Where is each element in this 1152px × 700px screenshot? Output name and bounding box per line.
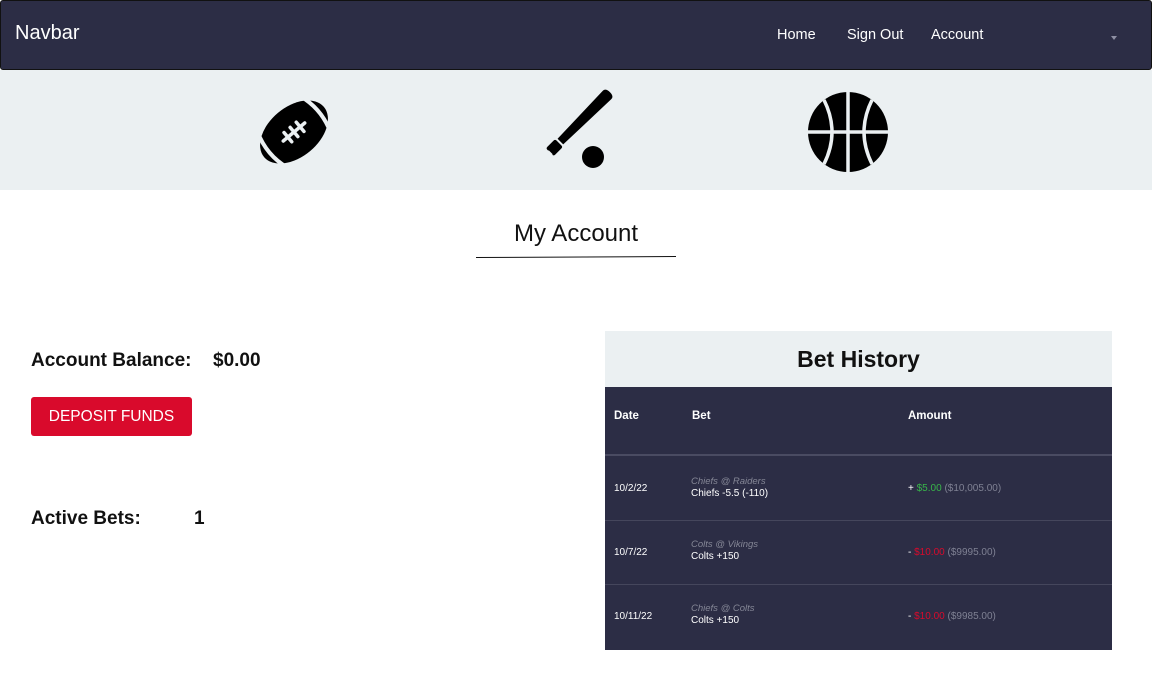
navbar: Navbar Home Sign Out Account [0,0,1152,70]
deposit-funds-button[interactable]: DEPOSIT FUNDS [31,397,192,436]
nav-link-home[interactable]: Home [777,27,816,43]
table-row: 10/11/22 Chiefs @ Colts Colts +150 - $10… [605,584,1112,648]
running-balance: ($9995.00) [947,547,996,558]
bet-amount: $10.00 [914,611,945,622]
column-header-date: Date [614,410,639,422]
bet-matchup: Chiefs @ Raiders [691,476,766,487]
bet-amount: $5.00 [916,483,942,494]
bet-pick: Colts +150 [691,615,740,626]
bet-date: 10/7/22 [614,547,648,558]
bet-matchup: Chiefs @ Colts [691,603,755,614]
football-icon[interactable] [254,92,334,172]
table-row: 10/7/22 Colts @ Vikings Colts +150 - $10… [605,520,1112,584]
bet-amount-cell: - $10.00 ($9995.00) [908,547,996,558]
bet-amount-cell: + $5.00 ($10,005.00) [908,483,1001,494]
account-balance-label: Account Balance: [31,350,192,371]
basketball-icon[interactable] [808,92,888,172]
column-header-bet: Bet [692,410,711,422]
nav-link-account[interactable]: Account [931,27,983,43]
bet-pick: Chiefs -5.5 (-110) [691,488,769,499]
amount-sign: + [908,483,914,494]
title-underline [476,256,676,258]
bet-history-title: Bet History [797,346,920,372]
bet-date: 10/2/22 [614,483,648,494]
bet-amount: $10.00 [914,547,945,558]
amount-sign: - [908,547,912,558]
bet-date: 10/11/22 [614,611,653,622]
account-balance-value: $0.00 [213,350,261,371]
running-balance: ($9985.00) [947,611,996,622]
active-bets-label: Active Bets: [31,508,141,529]
table-row: 10/2/22 Chiefs @ Raiders Chiefs -5.5 (-1… [605,456,1112,520]
page-title: My Account [513,220,639,247]
bet-history-header: Bet History [605,331,1112,387]
baseball-bat-icon[interactable] [528,88,614,174]
active-bets-count: 1 [194,508,205,529]
amount-sign: - [908,611,912,622]
bet-history-table: Date Bet Amount 10/2/22 Chiefs @ Raiders… [605,387,1112,650]
bet-pick: Colts +150 [691,551,740,562]
bet-matchup: Colts @ Vikings [691,539,759,550]
bet-amount-cell: - $10.00 ($9985.00) [908,611,996,622]
nav-link-sign-out[interactable]: Sign Out [847,27,903,43]
chevron-down-icon[interactable] [1111,36,1117,40]
navbar-brand[interactable]: Navbar [15,22,79,45]
running-balance: ($10,005.00) [944,483,1002,494]
column-header-amount: Amount [908,410,952,422]
